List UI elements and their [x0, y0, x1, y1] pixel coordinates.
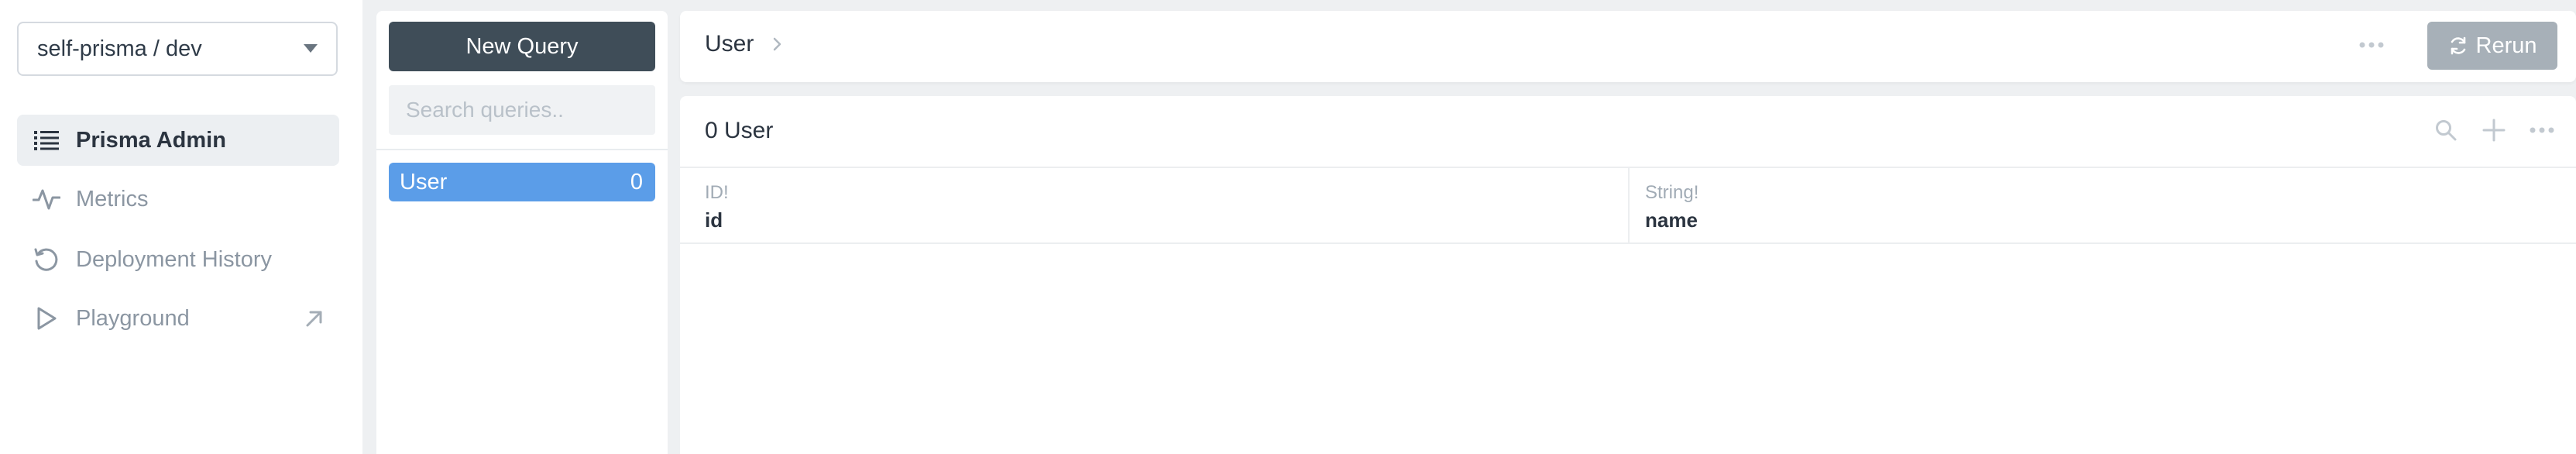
sidebar-item-label: Deployment History — [76, 246, 273, 272]
caret-down-icon — [304, 44, 318, 53]
list-icon — [31, 125, 62, 156]
chevron-right-icon — [774, 37, 781, 51]
data-table-panel: 0 User ID! id String! name — [680, 96, 2576, 454]
table-heading: 0 User — [705, 118, 774, 143]
project-selector[interactable]: self-prisma / dev — [17, 22, 338, 76]
activity-icon — [31, 184, 62, 215]
project-selector-label: self-prisma / dev — [37, 36, 202, 61]
sidebar-item-prisma-admin[interactable]: Prisma Admin — [17, 115, 339, 166]
new-query-button[interactable]: New Query — [389, 22, 655, 71]
rerun-label: Rerun — [2475, 33, 2537, 58]
breadcrumb[interactable]: User — [705, 31, 785, 57]
play-icon — [31, 303, 62, 334]
divider — [376, 149, 668, 150]
column-name: id — [705, 208, 723, 232]
history-icon — [31, 244, 62, 275]
column-header-name[interactable]: String! name — [1628, 168, 2576, 242]
search-queries-input[interactable] — [389, 85, 655, 135]
column-type: ID! — [705, 182, 729, 203]
column-type: String! — [1645, 182, 1699, 203]
top-bar: User Rerun — [680, 11, 2576, 82]
model-count: 0 — [630, 169, 643, 194]
model-item-user[interactable]: User 0 — [389, 163, 655, 201]
more-options-icon[interactable] — [2526, 115, 2557, 146]
column-header-id[interactable]: ID! id — [680, 168, 1628, 242]
divider — [680, 242, 2576, 244]
sidebar-item-label: Playground — [76, 305, 190, 331]
column-name: name — [1645, 208, 1698, 232]
sidebar: self-prisma / dev Prisma Admin Metrics D… — [0, 0, 362, 454]
sidebar-item-label: Metrics — [76, 186, 149, 212]
rerun-button[interactable]: Rerun — [2427, 22, 2557, 70]
sidebar-item-label: Prisma Admin — [76, 127, 226, 153]
add-icon[interactable] — [2478, 115, 2509, 146]
search-icon[interactable] — [2430, 115, 2461, 146]
sidebar-item-metrics[interactable]: Metrics — [17, 174, 339, 225]
refresh-icon — [2451, 36, 2465, 55]
queries-panel: New Query User 0 — [376, 11, 668, 454]
more-options-icon[interactable] — [2356, 36, 2387, 54]
sidebar-item-deployment-history[interactable]: Deployment History — [17, 234, 339, 285]
arrow-up-right-icon — [304, 308, 325, 329]
model-name: User — [400, 169, 448, 194]
sidebar-item-playground[interactable]: Playground — [17, 293, 339, 344]
breadcrumb-model: User — [705, 31, 754, 57]
